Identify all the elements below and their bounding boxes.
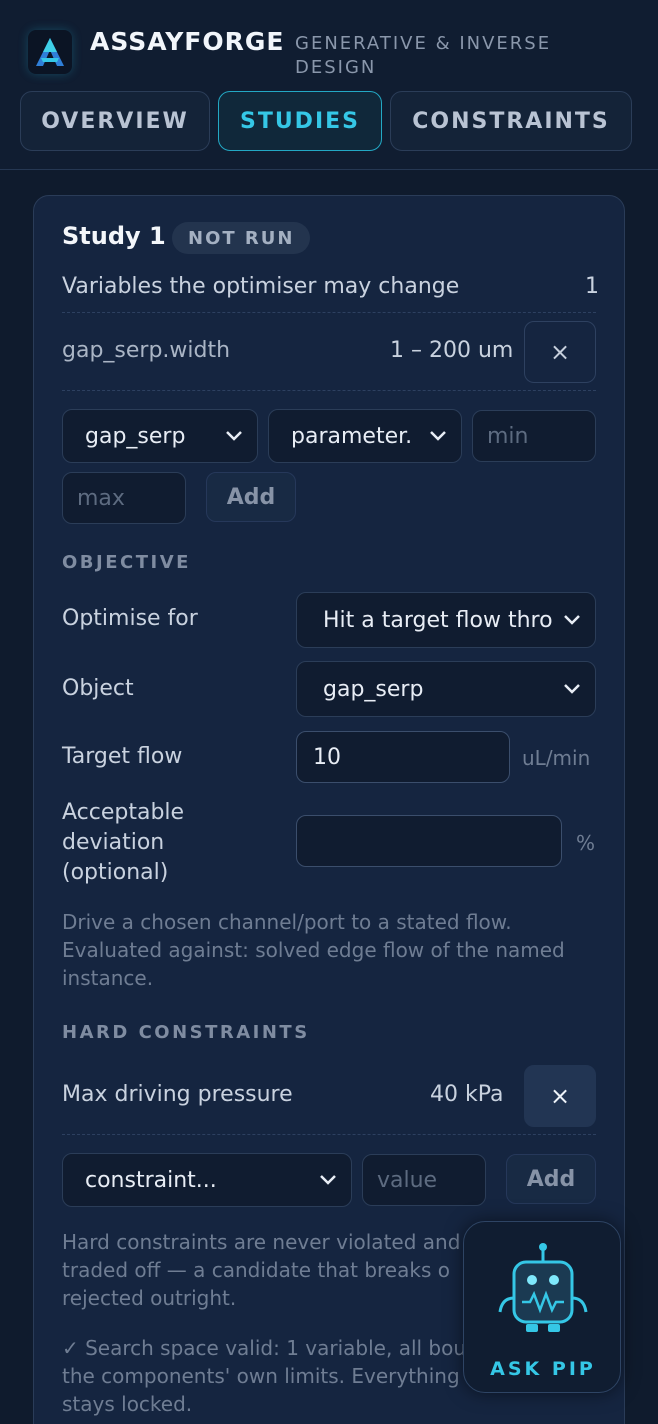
tab-constraints[interactable]: CONSTRAINTS: [390, 91, 632, 151]
ask-pip-button[interactable]: ASK PIP: [463, 1221, 621, 1393]
min-input[interactable]: min: [472, 410, 596, 462]
logo-icon: [36, 38, 64, 66]
tab-overview[interactable]: OVERVIEW: [20, 91, 210, 151]
constraint-select[interactable]: constraint...: [62, 1153, 352, 1207]
help-line: Evaluated against: solved edge flow of t…: [62, 938, 565, 962]
variable-object-value: gap_serp: [85, 423, 186, 449]
app-logo[interactable]: [28, 30, 72, 74]
divider: [62, 390, 596, 391]
target-flow-label: Target flow: [62, 744, 183, 769]
optimise-label: Optimise for: [62, 606, 198, 631]
chevron-down-icon: [226, 431, 242, 441]
help-line: Drive a chosen channel/port to a stated …: [62, 910, 512, 934]
deviation-unit: %: [576, 831, 596, 855]
object-label: Object: [62, 676, 134, 701]
deviation-input[interactable]: [296, 815, 562, 867]
deviation-label: Acceptable deviation (optional): [62, 798, 184, 888]
deviation-label-line: (optional): [62, 860, 169, 885]
divider: [62, 312, 596, 313]
max-input[interactable]: max: [62, 472, 186, 524]
chevron-down-icon: [564, 684, 580, 694]
optimise-select[interactable]: Hit a target flow thro: [296, 592, 596, 648]
app-name: ASSAYFORGE: [90, 27, 285, 56]
app-tagline: GENERATIVE & INVERSE DESIGN: [295, 33, 552, 78]
remove-variable-button[interactable]: ×: [524, 321, 596, 383]
chevron-down-icon: [430, 431, 446, 441]
remove-constraint-button[interactable]: ×: [524, 1065, 596, 1127]
chevron-down-icon: [564, 615, 580, 625]
add-constraint-button[interactable]: Add: [506, 1154, 596, 1204]
help-line: instance.: [62, 966, 154, 990]
close-icon: ×: [549, 338, 571, 366]
chevron-down-icon: [320, 1175, 336, 1185]
variable-parameter-value: parameter.: [291, 423, 413, 449]
variables-label: Variables the optimiser may change: [62, 274, 460, 299]
object-value: gap_serp: [323, 676, 424, 702]
divider: [62, 1134, 596, 1135]
add-variable-button[interactable]: Add: [206, 472, 296, 522]
tab-studies[interactable]: STUDIES: [218, 91, 382, 151]
constraint-value: 40 kPa: [430, 1082, 504, 1107]
constraint-value-input[interactable]: value: [362, 1154, 486, 1206]
deviation-label-line: deviation: [62, 830, 165, 855]
robot-icon: [498, 1243, 588, 1332]
variable-object-select[interactable]: gap_serp: [62, 409, 258, 463]
close-icon: ×: [549, 1082, 571, 1110]
help-line: stays locked.: [62, 1392, 193, 1416]
objective-help: Drive a chosen channel/port to a stated …: [62, 908, 602, 992]
optimise-value: Hit a target flow thro: [323, 607, 553, 633]
constraints-heading: HARD CONSTRAINTS: [62, 1022, 310, 1043]
target-flow-input[interactable]: 10: [296, 731, 510, 783]
deviation-label-line: Acceptable: [62, 800, 185, 825]
constraint-select-value: constraint...: [85, 1167, 217, 1193]
variables-count: 1: [585, 274, 599, 299]
variable-parameter-select[interactable]: parameter.: [268, 409, 462, 463]
constraint-label: Max driving pressure: [62, 1082, 293, 1107]
status-badge: NOT RUN: [172, 222, 311, 254]
study-title: Study 1: [62, 222, 166, 250]
object-select[interactable]: gap_serp: [296, 661, 596, 717]
variable-range: 1 – 200 um: [390, 338, 514, 363]
target-flow-unit: uL/min: [522, 746, 591, 770]
variable-name: gap_serp.width: [62, 338, 231, 363]
ask-pip-label: ASK PIP: [490, 1358, 596, 1380]
app-header: ASSAYFORGE GENERATIVE & INVERSE DESIGN O…: [0, 0, 658, 170]
objective-heading: OBJECTIVE: [62, 552, 191, 573]
